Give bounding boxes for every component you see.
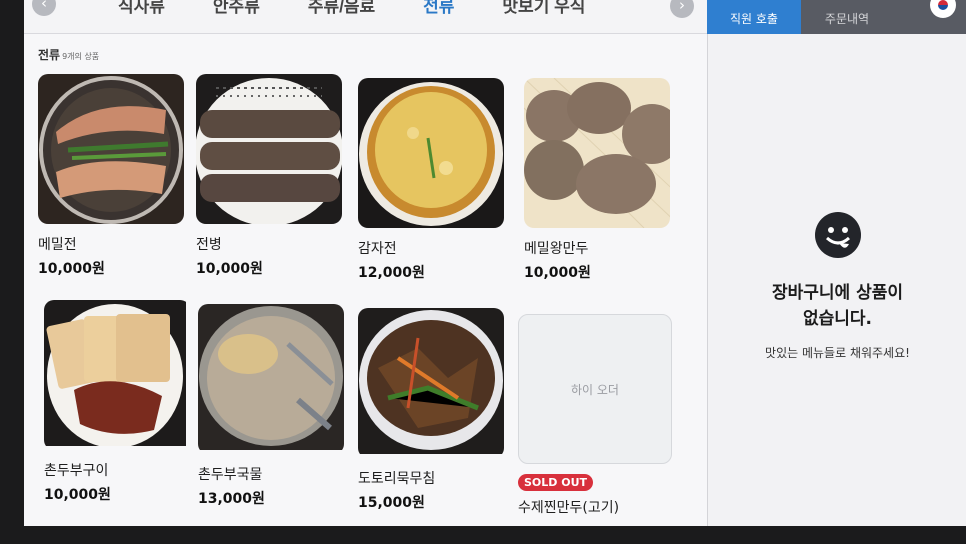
potato-pancake-photo — [358, 78, 504, 228]
buckwheat-pancake-photo — [38, 74, 184, 224]
korea-flag-icon[interactable] — [930, 0, 956, 18]
menu-item-name: 메밀왕만두 — [524, 241, 589, 257]
menu-item-price: 13,000원 — [198, 491, 265, 507]
menu-panel: 전류 9개의 상품 메밀전 10,000원 전병 10,000원 감자전 12,… — [24, 34, 707, 526]
tab-side-dishes[interactable]: 안주류 — [189, 0, 284, 17]
menu-item-name: 감자전 — [358, 241, 397, 257]
tofu-soup-photo — [198, 304, 344, 454]
section-title-text: 전류 — [38, 48, 61, 62]
kiosk-screen: ‹ 식사류 안주류 주류/음료 전류 맛보기 우식 › 직원 호출 주문내역 전… — [24, 0, 966, 526]
menu-item[interactable]: 촌두부국물 13,000원 — [198, 304, 348, 508]
cart-empty-title-line1: 장바구니에 상품이 — [771, 283, 904, 303]
section-title: 전류 9개의 상품 — [38, 46, 99, 63]
category-prev-button[interactable]: ‹ — [32, 0, 56, 16]
menu-item-price: 10,000원 — [524, 265, 591, 281]
side-tab-bar: 직원 호출 주문내역 — [707, 0, 966, 34]
menu-item-name: 메밀전 — [38, 237, 77, 253]
sold-out-badge: SOLD OUT — [518, 474, 594, 491]
call-staff-button[interactable]: 직원 호출 — [707, 0, 801, 34]
buckwheat-crepe-photo — [196, 74, 342, 224]
tab-drinks[interactable]: 주류/음료 — [284, 0, 399, 17]
category-next-button[interactable]: › — [670, 0, 694, 18]
category-bar: ‹ 식사류 안주류 주류/음료 전류 맛보기 우식 › — [24, 0, 707, 34]
menu-item-price: 10,000원 — [196, 261, 263, 277]
cart-empty-subtitle: 맛있는 메뉴들로 채워주세요! — [765, 346, 910, 360]
menu-item-price: 12,000원 — [358, 265, 425, 281]
menu-item-name: 도토리묵무침 — [358, 471, 436, 487]
menu-item-price: 10,000원 — [38, 261, 105, 277]
menu-item[interactable]: 메밀왕만두 10,000원 — [524, 78, 674, 282]
category-tabs: 식사류 안주류 주류/음료 전류 맛보기 우식 — [94, 0, 609, 17]
cart-empty-title-line2: 없습니다. — [802, 309, 873, 329]
menu-item-name: 촌두부국물 — [198, 467, 263, 483]
tab-tasting[interactable]: 맛보기 우식 — [478, 0, 609, 17]
smile-tongue-icon — [815, 212, 861, 258]
menu-item-sold-out[interactable]: 하이 오더 SOLD OUT 수제찐만두(고기) — [518, 314, 672, 517]
buckwheat-dumpling-photo — [524, 78, 670, 228]
section-item-count: 9개의 상품 — [62, 52, 100, 61]
cart-empty-title: 장바구니에 상품이 없습니다. — [708, 280, 966, 332]
menu-item[interactable]: 전병 10,000원 — [196, 74, 346, 278]
placeholder-text: 하이 오더 — [571, 382, 619, 397]
image-placeholder: 하이 오더 — [518, 314, 672, 464]
menu-item-price: 15,000원 — [358, 495, 425, 511]
menu-item[interactable]: 메밀전 10,000원 — [38, 74, 188, 278]
acorn-jelly-salad-photo — [358, 308, 504, 458]
cart-panel: 장바구니에 상품이 없습니다. 맛있는 메뉴들로 채워주세요! — [707, 34, 966, 526]
order-history-button[interactable]: 주문내역 — [801, 0, 893, 34]
menu-item-name: 전병 — [196, 237, 222, 253]
menu-item-name: 촌두부구이 — [44, 463, 109, 479]
menu-item-price: 10,000원 — [44, 487, 111, 503]
grilled-tofu-photo — [44, 300, 190, 450]
tab-meals[interactable]: 식사류 — [94, 0, 189, 17]
tab-pancakes[interactable]: 전류 — [399, 0, 478, 17]
menu-item-name: 수제찐만두(고기) — [518, 500, 620, 516]
menu-item[interactable]: 촌두부구이 10,000원 — [44, 300, 194, 504]
menu-item[interactable]: 감자전 12,000원 — [358, 78, 508, 282]
menu-item[interactable]: 도토리묵무침 15,000원 — [358, 308, 508, 512]
